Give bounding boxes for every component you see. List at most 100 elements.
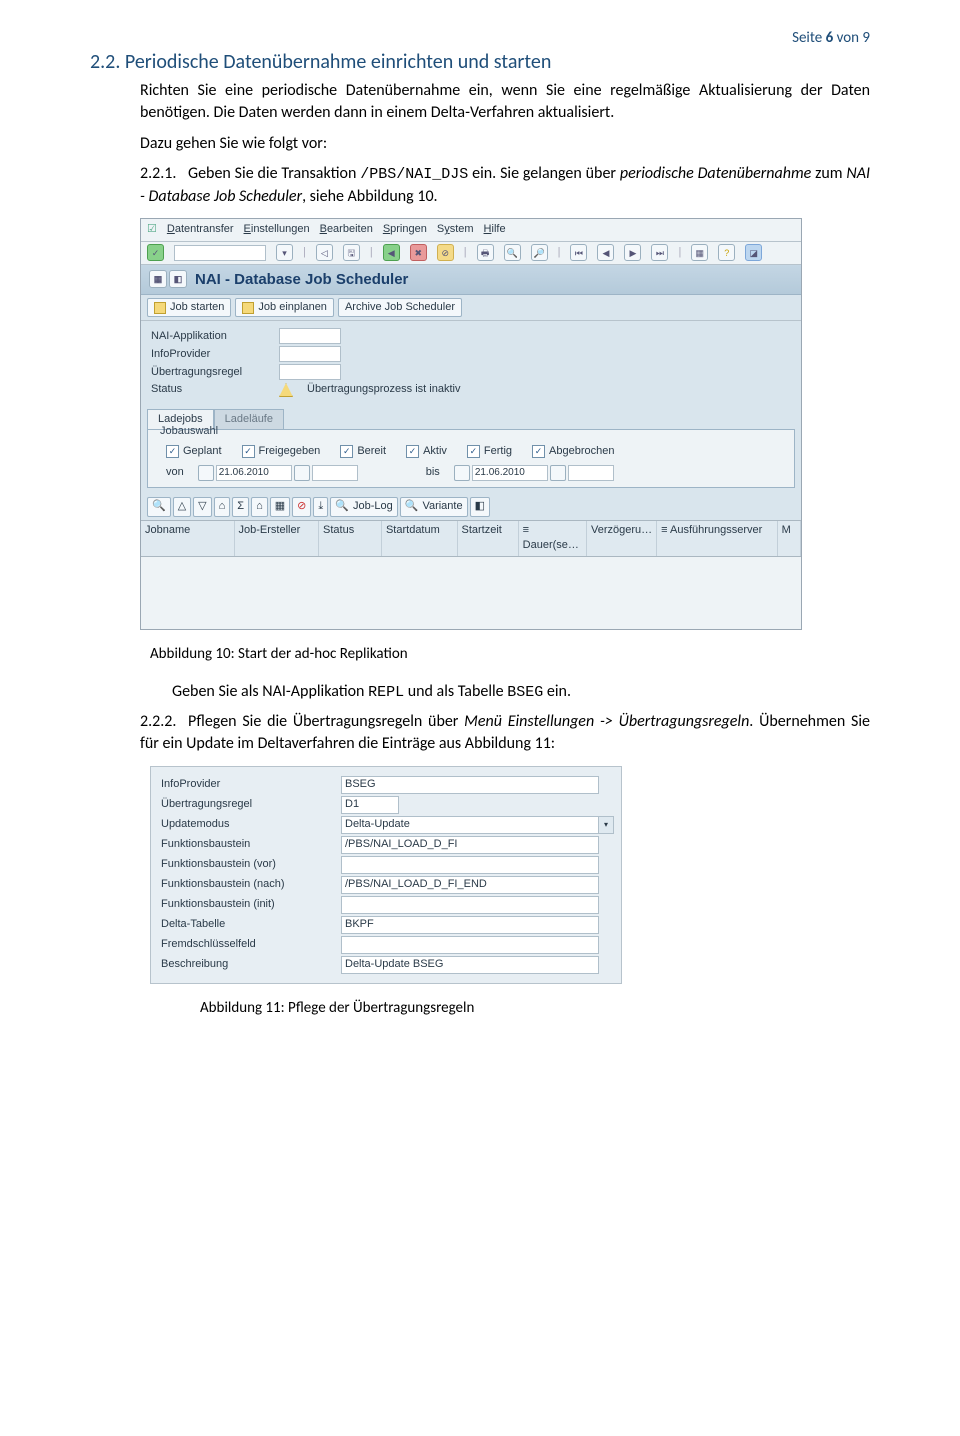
menu-springen[interactable]: Springen	[383, 222, 427, 237]
menu-einstellungen[interactable]: Einstellungen	[244, 222, 310, 237]
nai-app-input[interactable]	[279, 328, 341, 344]
time-bis-input[interactable]	[568, 465, 614, 481]
check-icon[interactable]: ✓	[147, 244, 164, 261]
menu-system[interactable]: System	[437, 222, 474, 237]
checkbox-abgebrochen[interactable]: ✓Abgebrochen	[532, 444, 614, 459]
instruction-c: ein.	[543, 682, 571, 701]
funkbaustein-nach-field[interactable]: /PBS/NAI_LOAD_D_FI_END	[341, 876, 599, 894]
job-einplanen-button[interactable]: Job einplanen	[235, 298, 334, 317]
print-icon[interactable]: 🖶	[477, 244, 494, 261]
heading-number: 2.2.	[90, 50, 120, 74]
nav-exit-icon[interactable]: ✖	[410, 244, 427, 261]
infoprovider-field[interactable]: BSEG	[341, 776, 599, 794]
status-message: Übertragungsprozess ist inaktiv	[307, 382, 460, 397]
menu-bearbeiten[interactable]: Bearbeiten	[320, 222, 373, 237]
grid-extra-button[interactable]: ◧	[470, 497, 490, 517]
grid-sort-desc-button[interactable]: ▽	[193, 497, 211, 517]
row-updatemodus: UpdatemodusDelta-Update▾	[151, 815, 621, 835]
layout-icon[interactable]: ▦	[691, 244, 708, 261]
checkbox-bereit[interactable]: ✓Bereit	[340, 444, 386, 459]
date-von-input[interactable]: 21.06.2010	[216, 465, 292, 481]
menu-hilfe[interactable]: Hilfe	[484, 222, 506, 237]
grid-layout-button[interactable]: ▦	[270, 497, 290, 517]
col-job-ersteller[interactable]: Job-Ersteller	[235, 521, 320, 556]
step-221-text-a: Geben Sie die Transaktion	[188, 164, 360, 183]
dropdown-arrow-icon[interactable]: ▾	[599, 816, 614, 834]
funkbaustein-vor-field[interactable]	[341, 856, 599, 874]
grid-export-button[interactable]: ⤓	[313, 497, 328, 517]
col-startzeit[interactable]: Startzeit	[458, 521, 519, 556]
funkbaustein-init-field[interactable]	[341, 896, 599, 914]
ubertragungsregel-field[interactable]: D1	[341, 796, 399, 814]
grid-header: Jobname Job-Ersteller Status Startdatum …	[141, 520, 801, 557]
archive-job-scheduler-button[interactable]: Archive Job Scheduler	[338, 298, 462, 317]
nav-cancel-icon[interactable]: ⊘	[437, 244, 454, 261]
row-beschreibung: BeschreibungDelta-Update BSEG	[151, 955, 621, 975]
col-verzoegeru[interactable]: Verzögeru…	[587, 521, 657, 556]
step-222-text-a: Pflegen Sie die Übertragungsregeln über	[188, 712, 464, 731]
checkbox-aktiv[interactable]: ✓Aktiv	[406, 444, 447, 459]
job-log-button[interactable]: 🔍Job-Log	[330, 497, 397, 517]
grid-subtotal-button[interactable]: ⌂	[251, 497, 268, 517]
sap-scheduler-screenshot: ☑ DDatentransferatentransfer Einstellung…	[140, 218, 802, 630]
prev-page-icon[interactable]: ◀	[597, 244, 614, 261]
row-fremdschluesselfeld: Fremdschlüsselfeld	[151, 935, 621, 955]
step-221: 2.2.1.Geben Sie die Transaktion /PBS/NAI…	[140, 163, 870, 208]
row-funkbaustein: Funktionsbaustein/PBS/NAI_LOAD_D_FI	[151, 835, 621, 855]
delta-tabelle-field[interactable]: BKPF	[341, 916, 599, 934]
beschreibung-field[interactable]: Delta-Update BSEG	[341, 956, 599, 974]
back-icon[interactable]: ◁	[316, 244, 333, 261]
sap-title-bar: ▦ ◧ NAI - Database Job Scheduler	[141, 265, 801, 295]
row-funkbaustein-nach: Funktionsbaustein (nach)/PBS/NAI_LOAD_D_…	[151, 875, 621, 895]
checkbox-fertig[interactable]: ✓Fertig	[467, 444, 512, 459]
figure-10-caption: Abbildung 10: Start der ad-hoc Replikati…	[150, 644, 870, 665]
find-icon[interactable]: 🔍	[504, 244, 521, 261]
updatemodus-select[interactable]: Delta-Update	[341, 816, 599, 834]
next-page-icon[interactable]: ▶	[624, 244, 641, 261]
infoprovider-input[interactable]	[279, 346, 341, 362]
job-starten-label: Job starten	[170, 300, 224, 315]
label-funkbaustein-vor: Funktionsbaustein (vor)	[151, 857, 341, 872]
time-icon[interactable]	[550, 465, 566, 481]
col-ausfuehrungsserver[interactable]: ≡ Ausführungsserver	[657, 521, 777, 556]
time-icon[interactable]	[294, 465, 310, 481]
ubertragungsregel-input[interactable]	[279, 364, 341, 380]
calendar-icon[interactable]	[198, 465, 214, 481]
calendar-icon[interactable]	[454, 465, 470, 481]
checkbox-geplant[interactable]: ✓Geplant	[166, 444, 222, 459]
title-icon-2[interactable]: ◧	[169, 270, 187, 288]
grid-sum-button[interactable]: Σ	[232, 497, 249, 517]
command-field[interactable]	[174, 245, 266, 261]
fremdschluesselfeld-field[interactable]	[341, 936, 599, 954]
checkbox-freigegeben[interactable]: ✓Freigegeben	[242, 444, 321, 459]
help-icon[interactable]: ?	[718, 244, 735, 261]
label-infoprovider: InfoProvider	[151, 347, 271, 362]
col-startdatum[interactable]: Startdatum	[382, 521, 458, 556]
first-page-icon[interactable]: ⏮	[570, 244, 587, 261]
sap-window-title: NAI - Database Job Scheduler	[195, 269, 408, 290]
date-bis-input[interactable]: 21.06.2010	[472, 465, 548, 481]
variante-button[interactable]: 🔍Variante	[400, 497, 468, 517]
col-m[interactable]: M	[778, 521, 801, 556]
col-jobname[interactable]: Jobname	[141, 521, 235, 556]
grid-refresh-button[interactable]: 🔍	[147, 497, 171, 517]
grid-filter-button[interactable]: ⌂	[214, 497, 231, 517]
grid-stop-button[interactable]: ⊘	[292, 497, 311, 517]
grid-empty-area	[141, 557, 801, 629]
find-next-icon[interactable]: 🔎	[531, 244, 548, 261]
save-icon[interactable]: 🖫	[343, 244, 360, 261]
label-von: von	[166, 465, 184, 480]
grid-sort-button[interactable]: △	[173, 497, 191, 517]
last-page-icon[interactable]: ⏭	[651, 244, 668, 261]
dropdown-icon[interactable]: ▾	[276, 244, 293, 261]
row-ubertragungsregel: ÜbertragungsregelD1	[151, 795, 621, 815]
menu-datentransfer[interactable]: DDatentransferatentransfer	[167, 222, 234, 237]
funkbaustein-field[interactable]: /PBS/NAI_LOAD_D_FI	[341, 836, 599, 854]
title-icon-1[interactable]: ▦	[149, 270, 167, 288]
col-status[interactable]: Status	[319, 521, 382, 556]
time-von-input[interactable]	[312, 465, 358, 481]
ok-icon[interactable]: ◪	[745, 244, 762, 261]
nav-back-icon[interactable]: ◀	[383, 244, 400, 261]
job-starten-button[interactable]: Job starten	[147, 298, 231, 317]
col-dauer[interactable]: ≡ Dauer(se…	[519, 521, 587, 556]
